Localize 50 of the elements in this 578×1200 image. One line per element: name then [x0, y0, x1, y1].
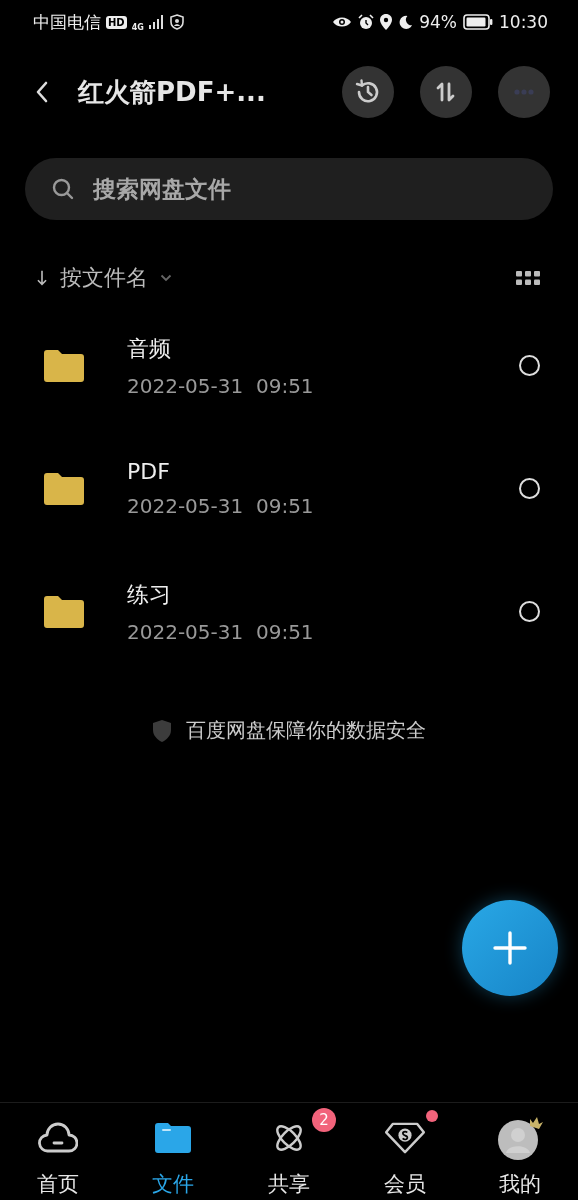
shield-person-icon	[169, 14, 184, 30]
notification-badge: 2	[312, 1108, 336, 1132]
carrier-name: 中国电信	[33, 10, 101, 34]
more-icon	[514, 89, 534, 95]
diamond-icon	[383, 1122, 426, 1154]
modified-date: 2022-05-31 09:51	[127, 494, 315, 518]
signal-icon	[148, 15, 165, 29]
nav-tab[interactable]: 2 共享	[231, 1103, 347, 1200]
folder-icon	[44, 349, 84, 382]
back-icon[interactable]	[36, 81, 48, 103]
clock-time: 10:30	[499, 12, 548, 32]
moon-icon	[398, 14, 414, 30]
nav-tab[interactable]: 我的	[462, 1103, 578, 1200]
select-radio[interactable]	[519, 478, 540, 499]
modified-date: 2022-05-31 09:51	[127, 619, 315, 644]
plus-icon	[492, 930, 528, 966]
folder-name[interactable]: 练习	[127, 579, 519, 610]
search-bar[interactable]: 搜索网盘文件	[25, 158, 553, 220]
nav-tab[interactable]: 会员	[346, 1103, 463, 1200]
folder-icon	[44, 472, 84, 505]
down-arrow-icon	[36, 269, 48, 287]
eye-icon	[332, 16, 353, 28]
history-button[interactable]	[342, 66, 394, 118]
shield-icon	[152, 718, 172, 743]
nav-tab[interactable]: 文件	[115, 1103, 232, 1200]
hd-badge: HD	[106, 15, 127, 29]
battery-icon	[463, 14, 493, 30]
location-icon	[380, 14, 393, 30]
select-radio[interactable]	[519, 355, 540, 376]
battery-percent: 94%	[419, 12, 457, 32]
select-radio[interactable]	[519, 601, 540, 622]
network-type: 4G	[131, 22, 144, 32]
sort-order-button[interactable]	[420, 66, 472, 118]
modified-date: 2022-05-31 09:51	[127, 373, 315, 398]
folder-icon	[44, 595, 84, 628]
cloud-icon	[37, 1122, 78, 1154]
alarm-icon	[358, 14, 375, 30]
search-icon	[51, 177, 75, 201]
folder-title: 红火箭PDF+...	[78, 75, 267, 109]
nav-tab[interactable]: 首页	[0, 1103, 116, 1200]
folder-name[interactable]: 音频	[127, 333, 519, 364]
grid-view-icon[interactable]	[516, 271, 540, 285]
sort-by-name-button[interactable]: 按文件名	[36, 263, 172, 293]
folder-name[interactable]: PDF	[127, 459, 519, 484]
security-notice: 百度网盘保障你的数据安全	[186, 717, 426, 744]
search-field[interactable]: 搜索网盘文件	[93, 176, 527, 202]
caret-icon	[160, 274, 172, 282]
folder-icon	[155, 1122, 192, 1154]
add-button[interactable]	[462, 900, 558, 996]
avatar-icon	[497, 1115, 544, 1161]
